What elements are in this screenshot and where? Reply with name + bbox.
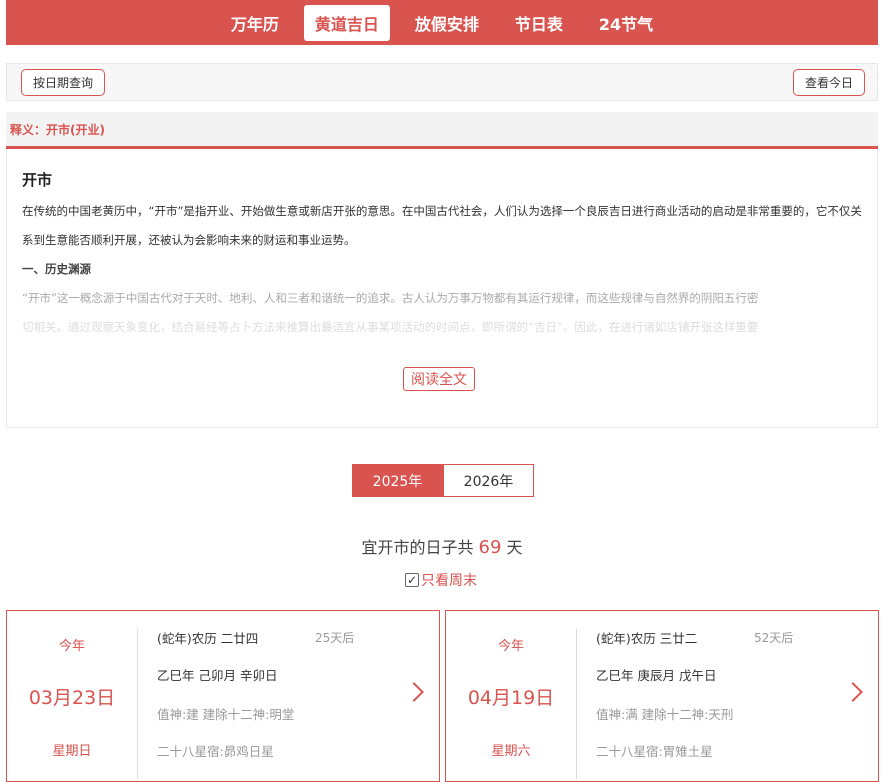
card-days-after: 25天后 (315, 631, 355, 645)
meaning-header: 释义：开市(开业) (6, 112, 878, 149)
article-panel: 开市 在传统的中国老黄历中，“开市”是指开业、开始做生意或新店开张的意思。在中国… (6, 149, 878, 428)
card-weekday: 星期六 (491, 744, 531, 759)
card-date-block: 今年 04月19日 星期六 (446, 611, 576, 781)
tab-year-2025[interactable]: 2025年 (352, 464, 443, 497)
card-lunar-date: (蛇年)农历 三廿二 (596, 631, 698, 646)
year-tabs: 2025年 2026年 (352, 464, 534, 497)
card-divider (576, 629, 577, 779)
article-paragraph: 在传统的中国老黄历中，“开市”是指开业、开始做生意或新店开张的意思。在中国古代社… (22, 204, 862, 247)
article-title: 开市 (22, 171, 53, 189)
day-card[interactable]: 今年 03月23日 星期日 (蛇年)农历 二廿四 25天后 乙巳年 己卯月 辛卯… (6, 610, 440, 782)
card-ganzhi: 乙巳年 己卯月 辛卯日 (157, 668, 278, 683)
card-xiu: 二十八星宿:昴鸡日星 (157, 744, 274, 759)
card-lunar-date: (蛇年)农历 二廿四 (157, 631, 259, 646)
card-year-label: 今年 (58, 639, 85, 654)
card-date: 04月19日 (467, 687, 555, 709)
card-zhishen: 值神:满 建除十二神:天刑 (596, 707, 734, 722)
tab-wannianli[interactable]: 万年历 (220, 5, 290, 41)
card-zhishen: 值神:建 建除十二神:明堂 (157, 707, 295, 722)
weekend-only-label: 只看周末 (421, 573, 477, 589)
summary-suffix: 天 (506, 538, 523, 557)
checkbox-checked-icon[interactable]: ✓ (405, 573, 419, 587)
weekend-only-filter[interactable]: ✓ 只看周末 (405, 570, 477, 590)
tab-year-2026[interactable]: 2026年 (443, 464, 534, 497)
tab-festival-list[interactable]: 节日表 (504, 5, 574, 41)
card-ganzhi: 乙巳年 庚辰月 戊午日 (596, 668, 717, 683)
good-days-summary: 宜开市的日子共 69 天 (0, 534, 884, 558)
top-nav: 万年历 黄道吉日 放假安排 节日表 24节气 (6, 0, 878, 45)
article-body: 在传统的中国老黄历中，“开市”是指开业、开始做生意或新店开张的意思。在中国古代社… (22, 197, 864, 342)
card-date: 03月23日 (28, 687, 116, 709)
tab-solar-terms[interactable]: 24节气 (588, 5, 664, 41)
day-card[interactable]: 今年 04月19日 星期六 (蛇年)农历 三廿二 52天后 乙巳年 庚辰月 戊午… (445, 610, 879, 782)
card-year-label: 今年 (497, 639, 524, 654)
toolbar: 按日期查询 查看今日 (6, 63, 878, 101)
summary-prefix: 宜开市的日子共 (361, 538, 474, 557)
article-paragraph-faded: 切相关。通过观察天象变化，结合易经等占卜方法来推算出最适宜从事某项活动的时间点，… (22, 320, 759, 334)
card-days-after: 52天后 (754, 631, 794, 645)
card-xiu: 二十八星宿:胃雉土星 (596, 744, 713, 759)
tab-holiday-schedule[interactable]: 放假安排 (404, 5, 490, 41)
article-section-heading: 一、历史渊源 (22, 262, 91, 276)
card-date-block: 今年 03月23日 星期日 (7, 611, 137, 781)
good-days-count: 69 (478, 537, 502, 558)
chevron-right-icon[interactable] (843, 682, 863, 702)
chevron-right-icon[interactable] (404, 682, 424, 702)
view-today-button[interactable]: 查看今日 (792, 69, 865, 96)
query-by-date-button[interactable]: 按日期查询 (21, 69, 106, 96)
tab-huangdaojiri[interactable]: 黄道吉日 (303, 4, 390, 41)
article-paragraph-faded: “开市”这一概念源于中国古代对于天时、地利、人和三者和谐统一的追求。古人认为万事… (22, 291, 759, 305)
card-divider (137, 629, 138, 779)
read-more-button[interactable]: 阅读全文 (403, 367, 475, 391)
meaning-heading: 释义：开市(开业) (10, 122, 105, 137)
card-weekday: 星期日 (52, 744, 92, 759)
